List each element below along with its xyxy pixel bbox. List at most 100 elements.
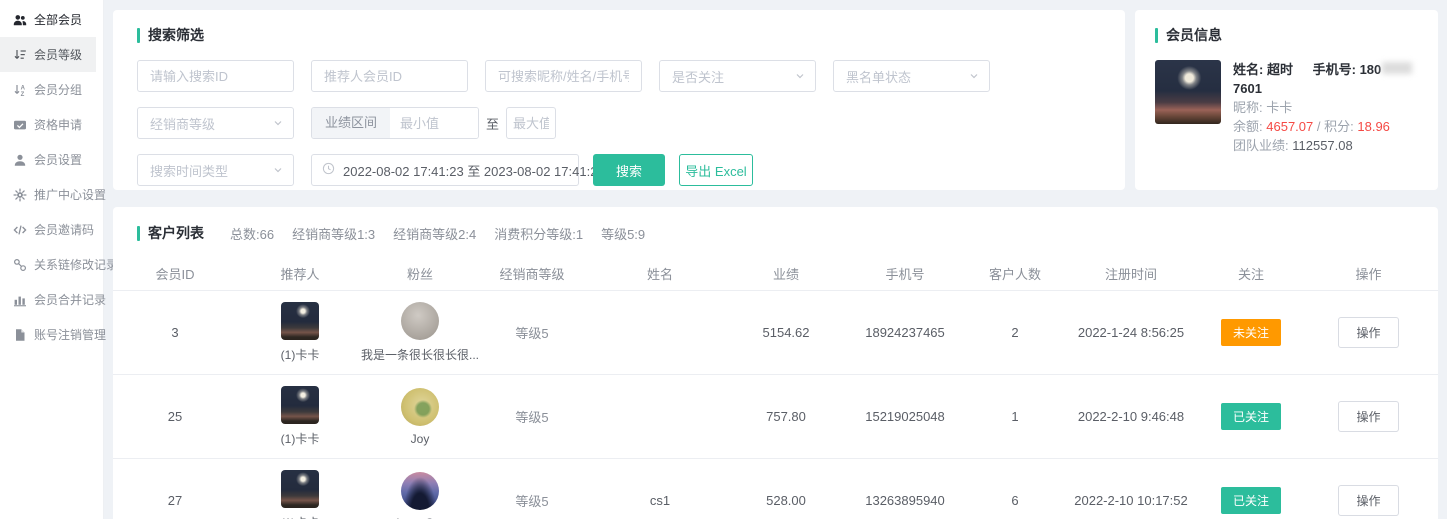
referrer-id-input[interactable] — [311, 60, 468, 92]
sidebar-item-member-settings[interactable]: 会员设置 — [0, 142, 96, 177]
fan-name: Lazy Cat — [396, 516, 443, 519]
member-info-body: 姓名: 超时 手机号: 1807601 昵称: 卡卡 余额: 4657.07 /… — [1155, 60, 1418, 155]
table-row: 25 (1)卡卡 Joy 等级5 757.80 15219025048 1 20… — [113, 375, 1438, 459]
col-member-id: 会员ID — [113, 264, 237, 283]
sidebar-item-label: 全部会员 — [34, 11, 82, 28]
sidebar-item-label: 资格申请 — [34, 116, 82, 133]
registered-cell: 2022-2-10 10:17:52 — [1059, 493, 1203, 508]
search-id-input[interactable] — [137, 60, 294, 92]
phone-cell: 15219025048 — [839, 409, 971, 424]
member-name-phone-line: 姓名: 超时 手机号: 1807601 — [1233, 60, 1418, 98]
chevron-down-icon — [273, 163, 283, 178]
sidebar: 全部会员 会员等级 AZ 会员分组 资格申请 会员设置 推广中心设置 会员邀请码 — [0, 0, 103, 519]
member-info-title-text: 会员信息 — [1166, 25, 1222, 45]
member-id-cell: 25 — [113, 409, 237, 424]
customers-cell: 1 — [971, 409, 1059, 424]
col-customers: 客户人数 — [971, 264, 1059, 283]
sidebar-item-all-members[interactable]: 全部会员 — [0, 2, 96, 37]
sort-alpha-icon: AZ — [13, 83, 27, 97]
follow-cell: 未关注 — [1203, 319, 1299, 346]
users-icon — [13, 13, 27, 27]
sidebar-item-relation-log[interactable]: 关系链修改记录 — [0, 247, 96, 282]
date-range-input[interactable]: 2022-08-02 17:41:23 至 2023-08-02 17:41:2… — [311, 154, 579, 186]
member-team-value: 112557.08 — [1292, 138, 1353, 153]
referrer-cell: (1)卡卡 — [237, 470, 363, 519]
sidebar-item-member-level[interactable]: 会员等级 — [0, 37, 96, 72]
blacklist-select-value: 黑名单状态 — [846, 67, 911, 86]
table-row: 27 (1)卡卡 Lazy Cat 等级5 cs1 528.00 1326389… — [113, 459, 1438, 519]
table-header: 会员ID 推荐人 粉丝 经销商等级 姓名 业绩 手机号 客户人数 注册时间 关注… — [113, 257, 1438, 291]
customers-cell: 2 — [971, 325, 1059, 340]
dealer-level-cell: 等级5 — [477, 491, 587, 510]
referrer-avatar — [281, 386, 319, 424]
member-name-value: 超时 — [1267, 62, 1293, 77]
sidebar-item-invite-code[interactable]: 会员邀请码 — [0, 212, 96, 247]
member-info-title: 会员信息 — [1155, 25, 1418, 45]
customer-list-title: 客户列表 — [137, 223, 204, 243]
customer-list-title-text: 客户列表 — [148, 223, 204, 243]
search-button[interactable]: 搜索 — [593, 154, 665, 186]
row-action-button[interactable]: 操作 — [1338, 317, 1398, 348]
member-nickname-value: 卡卡 — [1266, 100, 1292, 115]
sidebar-item-account-deletion[interactable]: 账号注销管理 — [0, 317, 96, 352]
follow-select[interactable]: 是否关注 — [659, 60, 816, 92]
registered-cell: 2022-2-10 9:46:48 — [1059, 409, 1203, 424]
sidebar-item-label: 会员等级 — [34, 46, 82, 63]
stat-total: 总数:66 — [230, 224, 274, 243]
file-icon — [13, 328, 27, 342]
link-icon — [13, 258, 27, 272]
phone-cell: 18924237465 — [839, 325, 971, 340]
registered-cell: 2022-1-24 8:56:25 — [1059, 325, 1203, 340]
sidebar-item-member-group[interactable]: AZ 会员分组 — [0, 72, 96, 107]
member-name-label: 姓名: — [1233, 62, 1263, 77]
member-id-cell: 27 — [113, 493, 237, 508]
sidebar-item-qualification[interactable]: 资格申请 — [0, 107, 96, 142]
code-icon — [13, 223, 27, 237]
sidebar-item-label: 会员分组 — [34, 81, 82, 98]
performance-cell: 5154.62 — [733, 325, 839, 340]
section-accent-bar — [137, 226, 140, 241]
follow-badge: 已关注 — [1221, 487, 1281, 514]
sidebar-item-promotion-settings[interactable]: 推广中心设置 — [0, 177, 96, 212]
col-registered: 注册时间 — [1059, 264, 1203, 283]
stat-dealer-level-1: 经销商等级1:3 — [292, 224, 375, 243]
follow-select-value: 是否关注 — [672, 67, 724, 86]
member-phone-prefix: 180 — [1360, 62, 1382, 77]
keyword-input[interactable] — [485, 60, 642, 92]
col-performance: 业绩 — [733, 264, 839, 283]
row-action-button[interactable]: 操作 — [1338, 485, 1398, 516]
member-nickname-label: 昵称: — [1233, 100, 1263, 115]
blacklist-select[interactable]: 黑名单状态 — [833, 60, 990, 92]
action-cell: 操作 — [1299, 401, 1438, 432]
sort-numeric-icon — [13, 48, 27, 62]
dealer-level-select[interactable]: 经销商等级 — [137, 107, 294, 139]
time-type-select-value: 搜索时间类型 — [150, 161, 228, 180]
performance-range-label: 业绩区间 — [312, 108, 390, 138]
min-value-input[interactable] — [390, 108, 478, 138]
gear-icon — [13, 188, 27, 202]
time-type-select[interactable]: 搜索时间类型 — [137, 154, 294, 186]
follow-cell: 已关注 — [1203, 487, 1299, 514]
row-action-button[interactable]: 操作 — [1338, 401, 1398, 432]
stat-dealer-level-2: 经销商等级2:4 — [393, 224, 476, 243]
dealer-level-cell: 等级5 — [477, 323, 587, 342]
chevron-down-icon — [273, 116, 283, 131]
stat-level-5: 等级5:9 — [601, 224, 645, 243]
fan-cell: Lazy Cat — [363, 472, 477, 519]
col-referrer: 推荐人 — [237, 264, 363, 283]
max-value-input[interactable] — [506, 107, 556, 139]
customer-list-header: 客户列表 总数:66 经销商等级1:3 经销商等级2:4 消费积分等级:1 等级… — [113, 223, 1438, 243]
member-points-label: 积分: — [1324, 119, 1354, 134]
customer-stats: 总数:66 经销商等级1:3 经销商等级2:4 消费积分等级:1 等级5:9 — [230, 224, 645, 243]
member-phone-label: 手机号: — [1313, 62, 1356, 77]
referrer-cell: (1)卡卡 — [237, 302, 363, 363]
stat-points-level: 消费积分等级:1 — [494, 224, 583, 243]
svg-text:Z: Z — [21, 92, 25, 97]
member-points-value: 18.96 — [1357, 119, 1390, 134]
search-filter-card: 搜索筛选 是否关注 黑名单状态 经销商等级 — [113, 10, 1125, 190]
col-dealer-level: 经销商等级 — [477, 264, 587, 283]
member-balance-label: 余额: — [1233, 119, 1263, 134]
filter-row-1: 是否关注 黑名单状态 — [137, 60, 1101, 92]
sidebar-item-merge-log[interactable]: 会员合并记录 — [0, 282, 96, 317]
export-excel-button[interactable]: 导出 Excel — [679, 154, 753, 186]
